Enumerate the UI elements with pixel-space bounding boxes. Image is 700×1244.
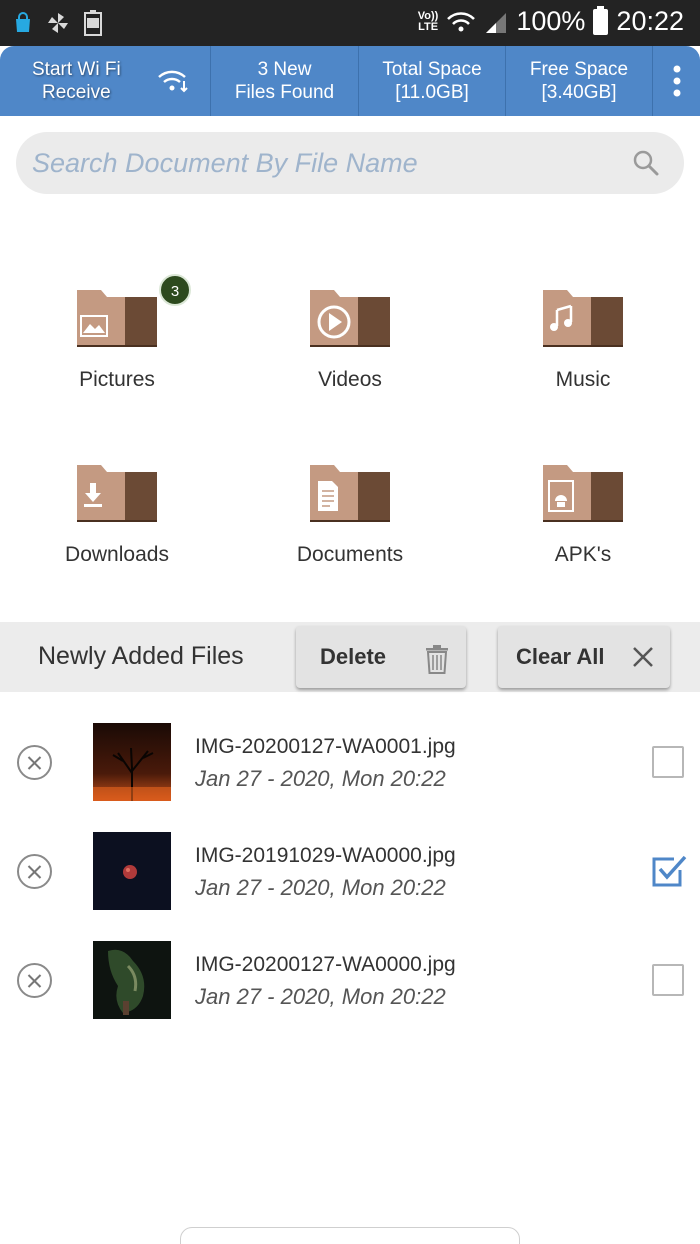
- status-bar: Vo)) LTE 100% 20:22: [0, 0, 700, 46]
- category-label: Music: [555, 368, 611, 391]
- file-thumbnail: [93, 723, 171, 801]
- wifi-receive-line1: Start Wi Fi: [32, 59, 121, 80]
- status-left-icons: [14, 10, 102, 36]
- document-folder-icon: [310, 465, 390, 522]
- category-label: Videos: [318, 368, 382, 391]
- pinwheel-icon: [48, 13, 68, 33]
- delete-button[interactable]: Delete: [296, 626, 466, 688]
- cell-signal-icon: [486, 12, 507, 33]
- wifi-receive-icon: [157, 70, 188, 93]
- picture-folder-icon: [77, 290, 157, 347]
- category-music[interactable]: Music: [493, 282, 673, 412]
- category-apks[interactable]: APK's: [493, 457, 673, 587]
- clear-all-button[interactable]: Clear All: [498, 626, 670, 688]
- free-space-label: Free Space: [529, 59, 629, 80]
- wifi-receive-line2: Receive: [42, 82, 111, 103]
- music-folder-icon: [543, 290, 623, 347]
- category-downloads[interactable]: Downloads: [27, 457, 207, 587]
- wifi-signal-icon: [447, 11, 476, 31]
- free-space-value: [3.40GB]: [541, 82, 617, 103]
- checked-checkbox-icon: [652, 855, 687, 887]
- file-checkbox-checked[interactable]: [650, 852, 688, 890]
- top-info-bar: Start Wi Fi Receive 3 New Files Found To…: [0, 46, 700, 116]
- file-thumbnail: [93, 832, 171, 910]
- file-checkbox[interactable]: [652, 746, 684, 778]
- search-input[interactable]: [32, 132, 612, 194]
- close-icon: [633, 647, 653, 667]
- file-name: IMG-20200127-WA0000.jpg: [195, 953, 456, 976]
- file-row[interactable]: IMG-20200127-WA0001.jpg Jan 27 - 2020, M…: [0, 723, 700, 823]
- search-icon[interactable]: [632, 149, 660, 177]
- start-wifi-receive-button[interactable]: Start Wi Fi Receive: [0, 46, 211, 116]
- new-files-line1: 3 New: [257, 59, 312, 80]
- overflow-menu-button[interactable]: [653, 46, 700, 116]
- file-row[interactable]: IMG-20191029-WA0000.jpg Jan 27 - 2020, M…: [0, 832, 700, 932]
- file-checkbox[interactable]: [652, 964, 684, 996]
- total-space-info: Total Space [11.0GB]: [359, 46, 506, 116]
- trash-icon: [426, 645, 448, 674]
- volte-top-text: Vo)): [417, 9, 439, 22]
- battery-100-icon: [84, 10, 102, 36]
- category-label: Downloads: [65, 543, 169, 566]
- file-name: IMG-20200127-WA0001.jpg: [195, 735, 456, 758]
- clear-all-label: Clear All: [516, 644, 605, 669]
- volte-indicator: Vo)) LTE: [417, 9, 439, 33]
- newly-added-title: Newly Added Files: [38, 642, 244, 670]
- newly-added-header: Newly Added Files Delete Clear All: [0, 622, 700, 692]
- delete-label: Delete: [320, 644, 387, 669]
- category-label: Documents: [296, 543, 404, 566]
- category-label: Pictures: [79, 368, 155, 391]
- bottom-sheet-handle[interactable]: [180, 1227, 520, 1244]
- free-space-info: Free Space [3.40GB]: [506, 46, 653, 116]
- file-row[interactable]: IMG-20200127-WA0000.jpg Jan 27 - 2020, M…: [0, 941, 700, 1041]
- more-vertical-icon: [673, 65, 680, 97]
- file-date: Jan 27 - 2020, Mon 20:22: [195, 875, 446, 900]
- file-thumbnail: [93, 941, 171, 1019]
- remove-file-button[interactable]: [17, 745, 52, 780]
- shopping-bag-icon: [16, 12, 30, 32]
- pictures-badge: 3: [159, 274, 191, 306]
- file-date: Jan 27 - 2020, Mon 20:22: [195, 766, 446, 791]
- volte-bottom-text: LTE: [418, 20, 439, 33]
- remove-file-button[interactable]: [17, 854, 52, 889]
- category-label: APK's: [554, 543, 612, 566]
- status-right: Vo)) LTE 100% 20:22: [417, 5, 684, 37]
- apk-folder-icon: [543, 465, 623, 522]
- category-documents[interactable]: Documents: [260, 457, 440, 587]
- clock: 20:22: [616, 6, 684, 36]
- wifi-receive-label: Start Wi Fi Receive: [32, 58, 121, 104]
- file-date: Jan 27 - 2020, Mon 20:22: [195, 984, 446, 1009]
- new-files-line2: Files Found: [234, 82, 335, 103]
- search-bar: [16, 132, 684, 194]
- category-videos[interactable]: Videos: [260, 282, 440, 412]
- video-folder-icon: [310, 290, 390, 347]
- file-name: IMG-20191029-WA0000.jpg: [195, 844, 456, 867]
- battery-percent: 100%: [516, 6, 586, 36]
- download-folder-icon: [77, 465, 157, 522]
- battery-icon: [593, 5, 609, 35]
- remove-file-button[interactable]: [17, 963, 52, 998]
- total-space-value: [11.0GB]: [395, 82, 469, 103]
- total-space-label: Total Space: [382, 59, 482, 80]
- category-pictures[interactable]: 3 Pictures: [27, 274, 207, 412]
- new-files-found-button[interactable]: 3 New Files Found: [211, 46, 359, 116]
